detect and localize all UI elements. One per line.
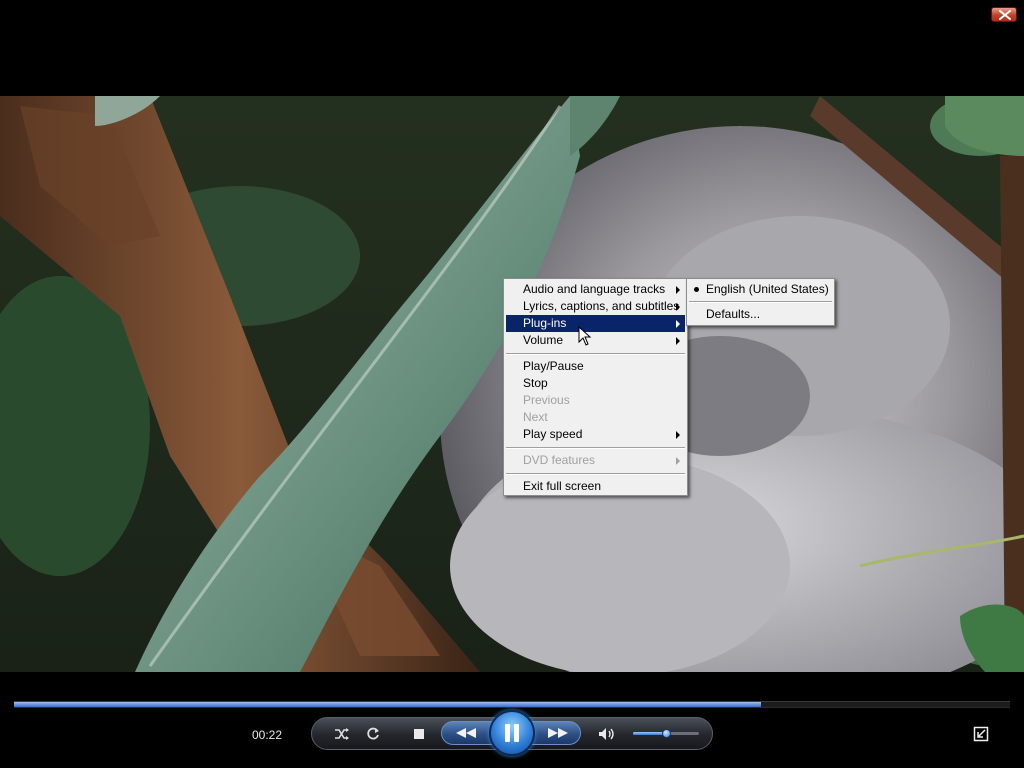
menu-separator [506, 353, 685, 355]
menu-item-label: DVD features [523, 453, 596, 467]
menu-item-dvd-features[interactable]: DVD features [506, 452, 685, 469]
menu-item-audio-language-tracks[interactable]: Audio and language tracks [506, 281, 685, 298]
menu-item-previous[interactable]: Previous [506, 392, 685, 409]
menu-separator [506, 473, 685, 475]
fullscreen-player: Audio and language tracks Lyrics, captio… [0, 0, 1024, 768]
stop-button[interactable] [410, 725, 428, 743]
submenu-arrow-icon [676, 431, 680, 439]
menu-item-lyrics-captions-subtitles[interactable]: Lyrics, captions, and subtitles [506, 298, 685, 315]
menu-item-label: Play speed [523, 427, 583, 441]
shuffle-button[interactable] [333, 725, 351, 743]
menu-item-label: Audio and language tracks [523, 282, 666, 296]
volume-slider-thumb[interactable] [662, 729, 671, 738]
submenu-arrow-icon [676, 337, 680, 345]
context-menu: Audio and language tracks Lyrics, captio… [503, 278, 688, 496]
repeat-button[interactable] [364, 725, 382, 743]
menu-item-label: Previous [523, 393, 570, 407]
submenu-arrow-icon [676, 286, 680, 294]
plug-ins-submenu: English (United States) Defaults... [686, 278, 835, 326]
menu-item-label: Exit full screen [523, 479, 602, 493]
repeat-icon [367, 727, 379, 740]
menu-item-exit-full-screen[interactable]: Exit full screen [506, 478, 685, 495]
stop-icon [414, 729, 424, 739]
menu-item-volume[interactable]: Volume [506, 332, 685, 349]
menu-item-play-pause[interactable]: Play/Pause [506, 358, 685, 375]
submenu-item-label: Defaults... [706, 307, 761, 321]
menu-item-next[interactable]: Next [506, 409, 685, 426]
submenu-arrow-icon [676, 320, 680, 328]
menu-item-label: Lyrics, captions, and subtitles [523, 299, 680, 313]
fast-forward-icon [548, 728, 568, 738]
mouse-cursor-icon [578, 326, 592, 346]
menu-item-label: Plug-ins [523, 316, 567, 330]
menu-separator [689, 301, 832, 303]
menu-item-label: Next [523, 410, 548, 424]
submenu-arrow-icon [676, 457, 680, 465]
rewind-icon [456, 728, 476, 738]
submenu-arrow-icon [676, 303, 680, 311]
menu-item-plug-ins[interactable]: Plug-ins [506, 315, 685, 332]
menu-item-label: Volume [523, 333, 564, 347]
selected-bullet-icon [694, 287, 699, 292]
shuffle-icon [335, 728, 349, 740]
submenu-item-defaults[interactable]: Defaults... [689, 306, 832, 323]
menu-item-play-speed[interactable]: Play speed [506, 426, 685, 443]
elapsed-time: 00:22 [252, 728, 283, 742]
restore-window-icon [973, 726, 989, 742]
seek-progress [14, 702, 761, 707]
previous-button[interactable] [451, 724, 481, 742]
menu-item-label: Stop [523, 376, 548, 390]
submenu-item-english-united-states[interactable]: English (United States) [689, 281, 832, 298]
pause-icon [505, 724, 519, 742]
menu-separator [506, 447, 685, 449]
close-button[interactable] [991, 7, 1017, 22]
mute-button[interactable] [597, 725, 617, 743]
menu-item-stop[interactable]: Stop [506, 375, 685, 392]
close-icon [999, 10, 1011, 20]
speaker-icon [599, 728, 614, 740]
submenu-item-label: English (United States) [706, 282, 829, 296]
next-button[interactable] [543, 724, 573, 742]
exit-full-screen-button[interactable] [971, 724, 991, 744]
seek-bar[interactable] [14, 701, 1010, 708]
menu-item-label: Play/Pause [523, 359, 584, 373]
play-pause-button[interactable] [489, 710, 535, 756]
